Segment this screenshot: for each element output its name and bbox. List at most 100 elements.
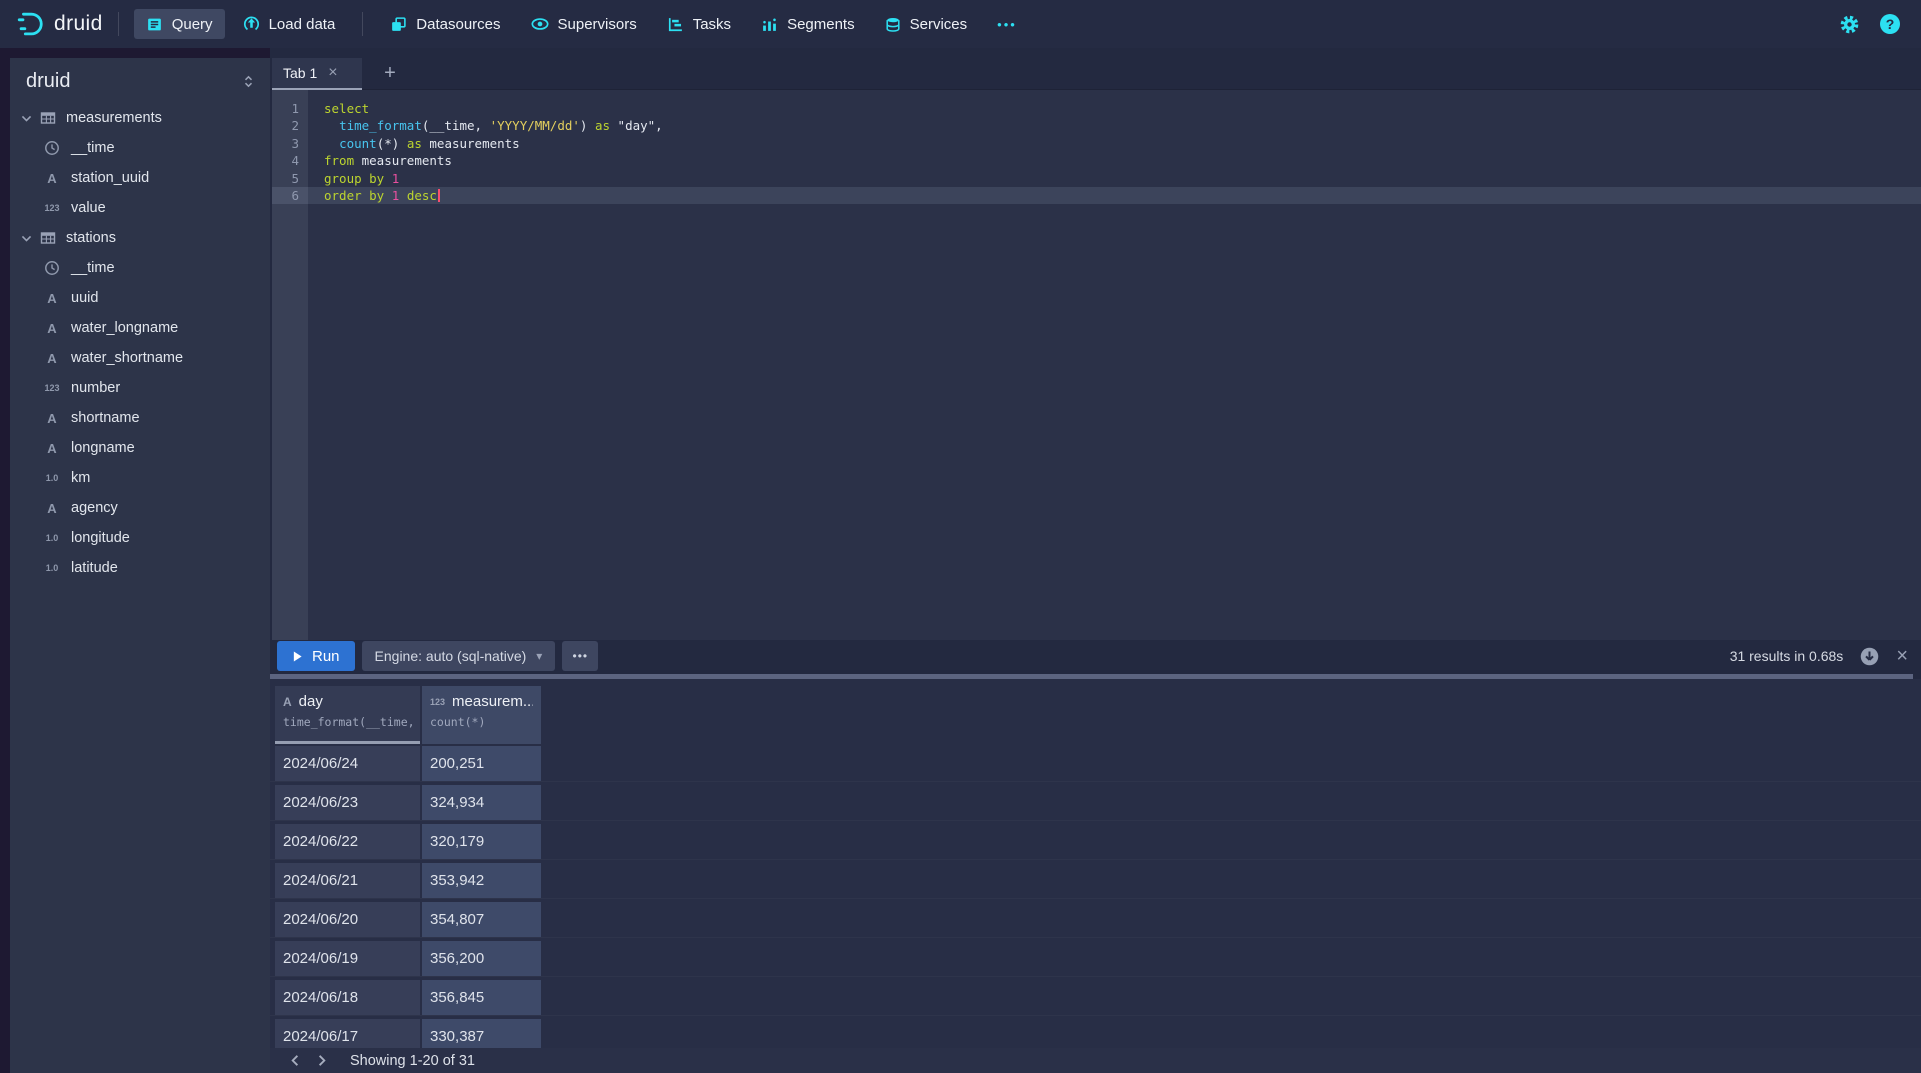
sidebar-column-uuid[interactable]: Auuid [10, 283, 270, 313]
sidebar-column-longitude[interactable]: 1.0longitude [10, 523, 270, 553]
sidebar-column-water_longname[interactable]: Awater_longname [10, 313, 270, 343]
query-more-button[interactable]: ••• [562, 641, 598, 671]
string-type-icon: A [40, 501, 64, 516]
nav-item-services[interactable]: Services [873, 9, 980, 39]
column-name: latitude [71, 560, 118, 576]
sidebar-column-shortname[interactable]: Ashortname [10, 403, 270, 433]
column-name: longitude [71, 530, 130, 546]
cell-day[interactable]: 2024/06/20 [275, 902, 420, 937]
nav-item-segments[interactable]: Segments [749, 9, 867, 39]
column-header-measurements[interactable]: 123 measurem... count(*) [422, 686, 541, 744]
nav-item-label: Services [910, 16, 968, 33]
sidebar-column-__time[interactable]: __time [10, 133, 270, 163]
engine-select[interactable]: Engine: auto (sql-native) ▾ [362, 641, 556, 671]
code-token: as [407, 136, 422, 151]
nav-item-supervisors[interactable]: Supervisors [519, 9, 649, 39]
cell-day[interactable]: 2024/06/19 [275, 941, 420, 976]
cell-measurements[interactable]: 324,934 [422, 785, 541, 820]
tab-tab1[interactable]: Tab 1 × [272, 58, 362, 90]
tab-label: Tab 1 [283, 65, 317, 81]
sidebar-column-station_uuid[interactable]: Astation_uuid [10, 163, 270, 193]
nav-right-controls: ? [1839, 14, 1906, 35]
sort-columns-icon[interactable] [241, 74, 256, 89]
sidebar-column-number[interactable]: 123number [10, 373, 270, 403]
help-icon[interactable]: ? [1880, 14, 1900, 34]
column-expression: time_format(__time, … [283, 715, 412, 729]
cell-day[interactable]: 2024/06/17 [275, 1019, 420, 1048]
column-name: longname [71, 440, 135, 456]
close-results-icon[interactable]: × [1896, 646, 1908, 666]
download-results-icon[interactable] [1860, 647, 1879, 666]
code-token: desc [407, 188, 437, 203]
nav-item-tasks[interactable]: Tasks [655, 9, 743, 39]
chevron-left-icon[interactable] [282, 1049, 308, 1073]
sidebar-column-agency[interactable]: Aagency [10, 493, 270, 523]
string-type-icon: A [40, 171, 64, 186]
gear-icon[interactable] [1839, 14, 1860, 35]
druid-console: druid QueryLoad data DatasourcesSuperviso… [0, 0, 1921, 1073]
chevron-down-icon[interactable] [20, 112, 34, 125]
sidebar-column-value[interactable]: 123value [10, 193, 270, 223]
code-token: from [324, 153, 354, 168]
new-tab-button[interactable]: + [374, 58, 406, 88]
cell-day[interactable]: 2024/06/24 [275, 746, 420, 781]
cell-measurements[interactable]: 356,845 [422, 980, 541, 1015]
cell-measurements[interactable]: 330,387 [422, 1019, 541, 1048]
table-row: 2024/06/18356,845 [270, 980, 1921, 1019]
sidebar-column-longname[interactable]: Alongname [10, 433, 270, 463]
chevron-right-icon[interactable] [308, 1049, 334, 1073]
cell-day[interactable]: 2024/06/23 [275, 785, 420, 820]
run-bar: Run Engine: auto (sql-native) ▾ ••• 31 r… [270, 640, 1921, 672]
play-icon [292, 650, 303, 663]
code-token: (__time, [422, 118, 490, 133]
string-type-icon: A [40, 291, 64, 306]
number-type-icon: 123 [430, 697, 445, 707]
close-tab-icon[interactable]: × [328, 65, 337, 81]
code-line-2: 2 time_format(__time, 'YYYY/MM/dd') as "… [272, 117, 1921, 134]
column-name: day [299, 693, 323, 710]
clock-icon [40, 260, 64, 276]
tab-bar: Tab 1 × + [270, 48, 1921, 90]
nav-item-more[interactable]: ••• [985, 9, 1029, 39]
code-token [384, 171, 392, 186]
run-button[interactable]: Run [277, 641, 355, 671]
more-icon: ••• [997, 17, 1017, 32]
string-type-icon: A [40, 321, 64, 336]
sql-editor[interactable]: 1select2 time_format(__time, 'YYYY/MM/dd… [272, 90, 1921, 640]
table-row: 2024/06/20354,807 [270, 902, 1921, 941]
code-token [324, 136, 339, 151]
code-token: ) [580, 118, 595, 133]
text-cursor [438, 189, 440, 202]
cell-measurements[interactable]: 353,942 [422, 863, 541, 898]
druid-logo-icon [15, 9, 45, 39]
sidebar-column-km[interactable]: 1.0km [10, 463, 270, 493]
column-name: value [71, 200, 106, 216]
cell-measurements[interactable]: 200,251 [422, 746, 541, 781]
chevron-down-icon[interactable] [20, 232, 34, 245]
table-row: 2024/06/22320,179 [270, 824, 1921, 863]
code-line-1: 1select [272, 100, 1921, 117]
druid-brand[interactable]: druid [15, 9, 103, 39]
nav-item-load-data[interactable]: Load data [231, 9, 348, 39]
cell-measurements[interactable]: 354,807 [422, 902, 541, 937]
tasks-icon [667, 16, 684, 33]
sidebar-column-__time[interactable]: __time [10, 253, 270, 283]
column-header-day[interactable]: A day time_format(__time, … [275, 686, 420, 744]
cell-measurements[interactable]: 356,200 [422, 941, 541, 976]
segments-icon [761, 16, 778, 33]
column-name: station_uuid [71, 170, 149, 186]
pagination-bar: Showing 1-20 of 31 [270, 1048, 1921, 1073]
sidebar-table-measurements[interactable]: measurements [10, 103, 270, 133]
cell-day[interactable]: 2024/06/21 [275, 863, 420, 898]
sidebar-column-latitude[interactable]: 1.0latitude [10, 553, 270, 583]
code-token: time_format [339, 118, 422, 133]
nav-item-datasources[interactable]: Datasources [378, 9, 512, 39]
code-lines: 1select2 time_format(__time, 'YYYY/MM/dd… [272, 100, 1921, 204]
nav-item-query[interactable]: Query [134, 9, 225, 39]
cell-measurements[interactable]: 320,179 [422, 824, 541, 859]
sidebar-table-stations[interactable]: stations [10, 223, 270, 253]
table-name: stations [66, 230, 116, 246]
sidebar-column-water_shortname[interactable]: Awater_shortname [10, 343, 270, 373]
cell-day[interactable]: 2024/06/22 [275, 824, 420, 859]
cell-day[interactable]: 2024/06/18 [275, 980, 420, 1015]
